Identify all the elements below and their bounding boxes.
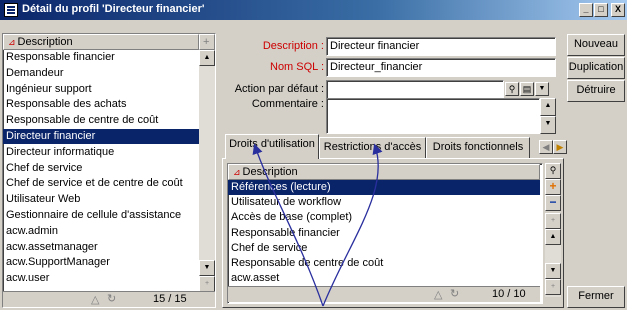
close-button[interactable]: Fermer [567,286,625,308]
profile-list-row[interactable]: acw.SupportManager [3,255,199,270]
profile-list-row[interactable]: Responsable financier [3,50,199,65]
tab-panel: ⊿ Description Références (lecture) Utilisa… [222,158,564,308]
usage-rights-footer: △ ↻ 10 / 10 [228,286,540,302]
usage-rights-row[interactable]: Chef de service [228,241,540,256]
usage-rights-column-header[interactable]: ⊿ Description [228,164,540,180]
comment-scroll-down-icon[interactable]: ▼ [540,116,556,134]
duplicate-button[interactable]: Duplication [567,57,625,79]
usage-rights-row[interactable]: acw.asset [228,271,540,286]
comment-label: Commentaire : [251,98,324,110]
default-action-field[interactable] [326,80,504,99]
profile-list-row[interactable]: Utilisateur Web [3,192,199,207]
search-icon[interactable]: ⚲ [505,82,519,96]
usage-filter-icon[interactable]: △ [434,288,442,301]
sqlname-label: Nom SQL : [270,61,324,73]
new-button[interactable]: Nouveau [567,34,625,56]
column-header-label: Description [17,36,73,48]
column-add-icon[interactable]: + [199,34,215,50]
default-action-label: Action par défaut : [234,83,324,95]
profile-list-row[interactable]: acw.assetmanager [3,240,199,255]
tab-access-restrictions[interactable]: Restrictions d'accès [319,137,426,158]
usage-scroll-add-icon[interactable]: + [545,213,561,229]
scroll-up-icon[interactable]: ▲ [199,50,215,66]
profile-list-row[interactable]: Gestionnaire de cellule d'assistance [3,208,199,223]
usage-remove-icon[interactable]: − [545,195,561,211]
profile-list-row[interactable]: Chef de service [3,161,199,176]
usage-sort-indicator-icon: ⊿ [233,167,241,177]
tab-access-restrictions-label: Restrictions d'accès [323,141,422,153]
usage-rights-row[interactable]: Accès de base (complet) [228,210,540,225]
usage-scroll-add2-icon[interactable]: + [545,279,561,295]
description-field[interactable]: Directeur financier [326,37,556,56]
usage-search-icon[interactable]: ⚲ [545,163,561,179]
usage-scroll-up-icon[interactable]: ▲ [545,229,561,245]
delete-button[interactable]: Détruire [567,80,625,102]
tab-prev-icon[interactable]: ◀ [539,140,553,154]
profile-list-row[interactable]: acw.user [3,271,199,286]
description-label: Description : [262,40,324,52]
tab-functional-rights[interactable]: Droits fonctionnels [426,137,530,158]
usage-rights-row[interactable]: Utilisateur de workflow [228,195,540,210]
window-title: Détail du profil 'Directeur financier' [22,3,205,15]
description-column-header[interactable]: ⊿ Description [3,34,199,50]
tab-functional-rights-label: Droits fonctionnels [432,141,524,153]
usage-rights-scrollbar[interactable]: + ▲ ▼ + [545,213,561,297]
usage-refresh-icon[interactable]: ↻ [450,287,459,300]
detail-icon[interactable]: ▤ [520,82,534,96]
tab-next-icon[interactable]: ▶ [553,140,567,154]
scroll-down-icon[interactable]: ▼ [199,260,215,276]
usage-rights-list[interactable]: ⊿ Description Références (lecture) Utilisa… [227,163,543,304]
usage-add-icon[interactable]: + [545,179,561,195]
comment-scrollbar[interactable]: ▲ ▼ [540,98,556,134]
dropdown-arrow-icon[interactable]: ▼ [535,82,549,96]
profile-list-footer: △ ↻ 15 / 15 [3,291,215,307]
tab-usage-rights-label: Droits d'utilisation [229,138,315,150]
comment-scroll-up-icon[interactable]: ▲ [540,98,556,116]
title-bar[interactable]: Détail du profil 'Directeur financier' _… [0,0,627,20]
usage-rights-row[interactable]: Responsable de centre de coût [228,256,540,271]
usage-rights-count: 10 / 10 [492,288,526,300]
filter-icon[interactable]: △ [91,293,99,306]
profile-list-scrollbar[interactable]: ▲ ▼ + [199,50,215,292]
profile-count: 15 / 15 [153,293,187,305]
profile-list-row[interactable]: Chef de service et de centre de coût [3,176,199,191]
maximize-button[interactable]: □ [594,3,608,17]
minimize-button[interactable]: _ [579,3,593,17]
profile-list-row[interactable]: acw.admin [3,224,199,239]
close-window-button[interactable]: X [611,3,625,17]
profile-list-row[interactable]: Directeur financier [3,129,199,144]
usage-column-header-label: Description [242,166,298,178]
comment-field[interactable] [326,98,540,134]
profile-list-row[interactable]: Responsable des achats [3,97,199,112]
profile-list[interactable]: ⊿ Description + Responsable financier Dema… [2,33,216,308]
scroll-add-icon[interactable]: + [199,276,215,292]
profile-list-row[interactable]: Responsable de centre de coût [3,113,199,128]
sort-indicator-icon: ⊿ [8,37,16,47]
app-icon [4,3,18,17]
refresh-icon[interactable]: ↻ [107,292,116,305]
usage-rights-row[interactable]: Références (lecture) [228,180,540,195]
profile-list-row[interactable]: Directeur informatique [3,145,199,160]
profile-list-row[interactable]: Demandeur [3,66,199,81]
sqlname-field[interactable]: Directeur_financier [326,58,556,77]
tab-usage-rights[interactable]: Droits d'utilisation [225,134,319,159]
profile-list-row[interactable]: Ingénieur support [3,82,199,97]
usage-scroll-down-icon[interactable]: ▼ [545,263,561,279]
usage-rights-row[interactable]: Responsable financier [228,226,540,241]
